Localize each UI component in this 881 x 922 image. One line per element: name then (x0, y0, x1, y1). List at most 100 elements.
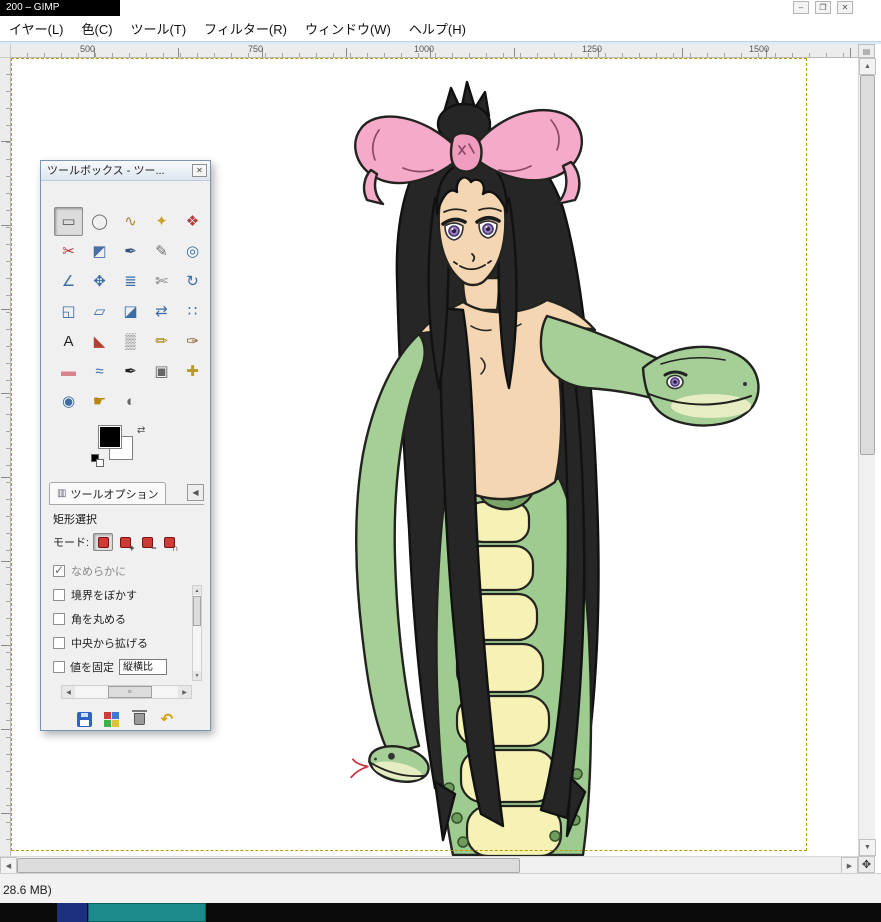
ellipse-select-tool[interactable]: ◯ (85, 207, 114, 236)
close-button[interactable]: ✕ (837, 1, 853, 14)
scissors-select-tool[interactable]: ✂ (54, 237, 83, 266)
scroll-up-button[interactable]: ▲ (193, 586, 201, 595)
scroll-left-button[interactable]: ◀ (0, 857, 17, 874)
mode-buttons: + − ∩ (93, 533, 179, 553)
scroll-right-button[interactable]: ▶ (841, 857, 858, 874)
scroll-left-button[interactable]: ◀ (62, 686, 75, 698)
foreground-color-swatch[interactable] (98, 425, 122, 449)
menu-item[interactable]: ウィンドウ(W) (296, 16, 400, 41)
toolbox-title-bar[interactable]: ツールボックス - ツー... ✕ (41, 161, 210, 181)
move-tool[interactable]: ✥ (85, 267, 114, 296)
swap-colors-icon[interactable]: ⇄ (137, 425, 145, 436)
zoom-tool[interactable]: ◎ (178, 237, 207, 266)
ruler-label: 1000 (414, 44, 435, 54)
scroll-right-button[interactable]: ▶ (178, 686, 191, 698)
tool-option-row[interactable]: 中央から拡げる (51, 631, 190, 655)
default-colors-icon[interactable] (91, 454, 104, 467)
save-options-button[interactable] (73, 709, 95, 729)
measure-tool[interactable]: ∠ (54, 267, 83, 296)
taskbar-item[interactable] (88, 903, 206, 922)
checkbox[interactable] (53, 589, 65, 601)
fuzzy-select-tool[interactable]: ✦ (147, 207, 176, 236)
restore-button[interactable]: ❐ (815, 1, 831, 14)
status-bar: 28.6 MB) (0, 873, 881, 903)
pencil-tool[interactable]: ✏ (147, 327, 176, 356)
checkbox[interactable] (53, 563, 65, 577)
dock-collapse-button[interactable]: ◀ (187, 484, 204, 501)
horizontal-ruler[interactable]: 500 750 1000 1250 1500 (11, 44, 858, 58)
gradient-tool[interactable]: ▒ (116, 327, 145, 356)
scale-tool[interactable]: ◱ (54, 297, 83, 326)
tool-icon: ✥ (93, 273, 106, 290)
options-vertical-scrollbar[interactable]: ▲ ▼ (192, 585, 202, 681)
tool-option-row[interactable]: 境界をぼかす (51, 583, 190, 607)
menu-item[interactable]: イヤー(L) (0, 16, 73, 41)
select-by-color-tool[interactable]: ❖ (178, 207, 207, 236)
options-scroll-thumb[interactable] (193, 596, 201, 626)
scroll-down-button[interactable]: ▼ (859, 839, 876, 856)
mode-add-button[interactable]: + (115, 533, 135, 553)
minimize-button[interactable]: – (793, 1, 809, 14)
checkbox-label: 角を丸める (71, 614, 126, 626)
flip-tool[interactable]: ⇄ (147, 297, 176, 326)
delete-options-button[interactable] (128, 709, 150, 729)
shear-tool[interactable]: ▱ (85, 297, 114, 326)
toolbox-window[interactable]: ツールボックス - ツー... ✕ ▭ ◯ ∿ ✦ ❖ ✂ ◩ ✒ ✎ ◎ ∠ … (40, 160, 211, 731)
tool-icon: ◎ (185, 243, 200, 260)
smudge-tool[interactable]: ☛ (85, 387, 114, 416)
heal-tool[interactable]: ✚ (178, 357, 207, 386)
menu-item[interactable]: 色(C) (73, 16, 122, 41)
options-horizontal-scrollbar[interactable]: ◀ ≡ ▶ (61, 685, 192, 699)
paths-tool[interactable]: ✒ (116, 237, 145, 266)
dodge-burn-tool[interactable]: ◐ (116, 387, 145, 416)
menu-item[interactable]: ツール(T) (122, 16, 196, 41)
foreground-select-tool[interactable]: ◩ (85, 237, 114, 266)
vertical-scrollbar[interactable]: ▲ ▼ (858, 58, 876, 856)
rotate-tool[interactable]: ↻ (178, 267, 207, 296)
free-select-tool[interactable]: ∿ (116, 207, 145, 236)
fixed-value-dropdown[interactable]: 縦横比 (119, 659, 167, 675)
menu-item[interactable]: ヘルプ(H) (400, 16, 475, 41)
pan-view-button[interactable]: ✥ (858, 856, 875, 873)
align-tool[interactable]: ≣ (116, 267, 145, 296)
tool-option-row[interactable]: 角を丸める (51, 607, 190, 631)
horizontal-scrollbar[interactable]: ◀ ▶ (0, 856, 858, 874)
scroll-up-button[interactable]: ▲ (859, 58, 876, 75)
crop-tool[interactable]: ✄ (147, 267, 176, 296)
menu-bar: イヤー(L) 色(C) ツール(T) フィルター(R) ウィンドウ(W) ヘルプ(H) (0, 16, 881, 41)
mode-subtract-button[interactable]: − (137, 533, 157, 553)
mode-replace-button[interactable] (93, 533, 114, 551)
horizontal-scroll-thumb[interactable] (17, 858, 520, 873)
fixed-checkbox[interactable] (53, 661, 65, 673)
rect-select-tool[interactable]: ▭ (54, 207, 83, 236)
mode-intersect-button[interactable]: ∩ (159, 533, 179, 553)
options-hscroll-thumb[interactable]: ≡ (108, 686, 152, 698)
tool-icon: ◯ (91, 213, 108, 230)
text-tool[interactable]: A (54, 327, 83, 356)
menu-item[interactable]: フィルター(R) (195, 16, 296, 41)
clone-tool[interactable]: ▣ (147, 357, 176, 386)
toolbox-close-button[interactable]: ✕ (192, 164, 207, 177)
tab-tool-options[interactable]: ▥ ツールオプション (49, 482, 167, 504)
blur-tool[interactable]: ◉ (54, 387, 83, 416)
checkbox[interactable] (53, 613, 65, 625)
tool-option-row[interactable]: なめらかに (51, 559, 190, 583)
airbrush-tool[interactable]: ≈ (85, 357, 114, 386)
bucket-fill-tool[interactable]: ◣ (85, 327, 114, 356)
image-menu-button[interactable]: ▤ (858, 44, 875, 58)
cage-transform-tool[interactable]: ∷ (178, 297, 207, 326)
restore-options-button[interactable] (101, 709, 123, 729)
scroll-down-button[interactable]: ▼ (193, 671, 201, 680)
paintbrush-tool[interactable]: ✑ (178, 327, 207, 356)
eraser-tool[interactable]: ▬ (54, 357, 83, 386)
taskbar-item[interactable] (57, 903, 87, 922)
color-picker-tool[interactable]: ✎ (147, 237, 176, 266)
vertical-ruler[interactable] (0, 58, 11, 856)
tool-icon: ◉ (61, 393, 76, 410)
ink-tool[interactable]: ✒ (116, 357, 145, 386)
checkbox[interactable] (53, 637, 65, 649)
tool-icon: ▭ (61, 213, 76, 230)
perspective-tool[interactable]: ◪ (116, 297, 145, 326)
reset-options-button[interactable]: ↶ (156, 709, 178, 729)
vertical-scroll-thumb[interactable] (860, 75, 875, 455)
